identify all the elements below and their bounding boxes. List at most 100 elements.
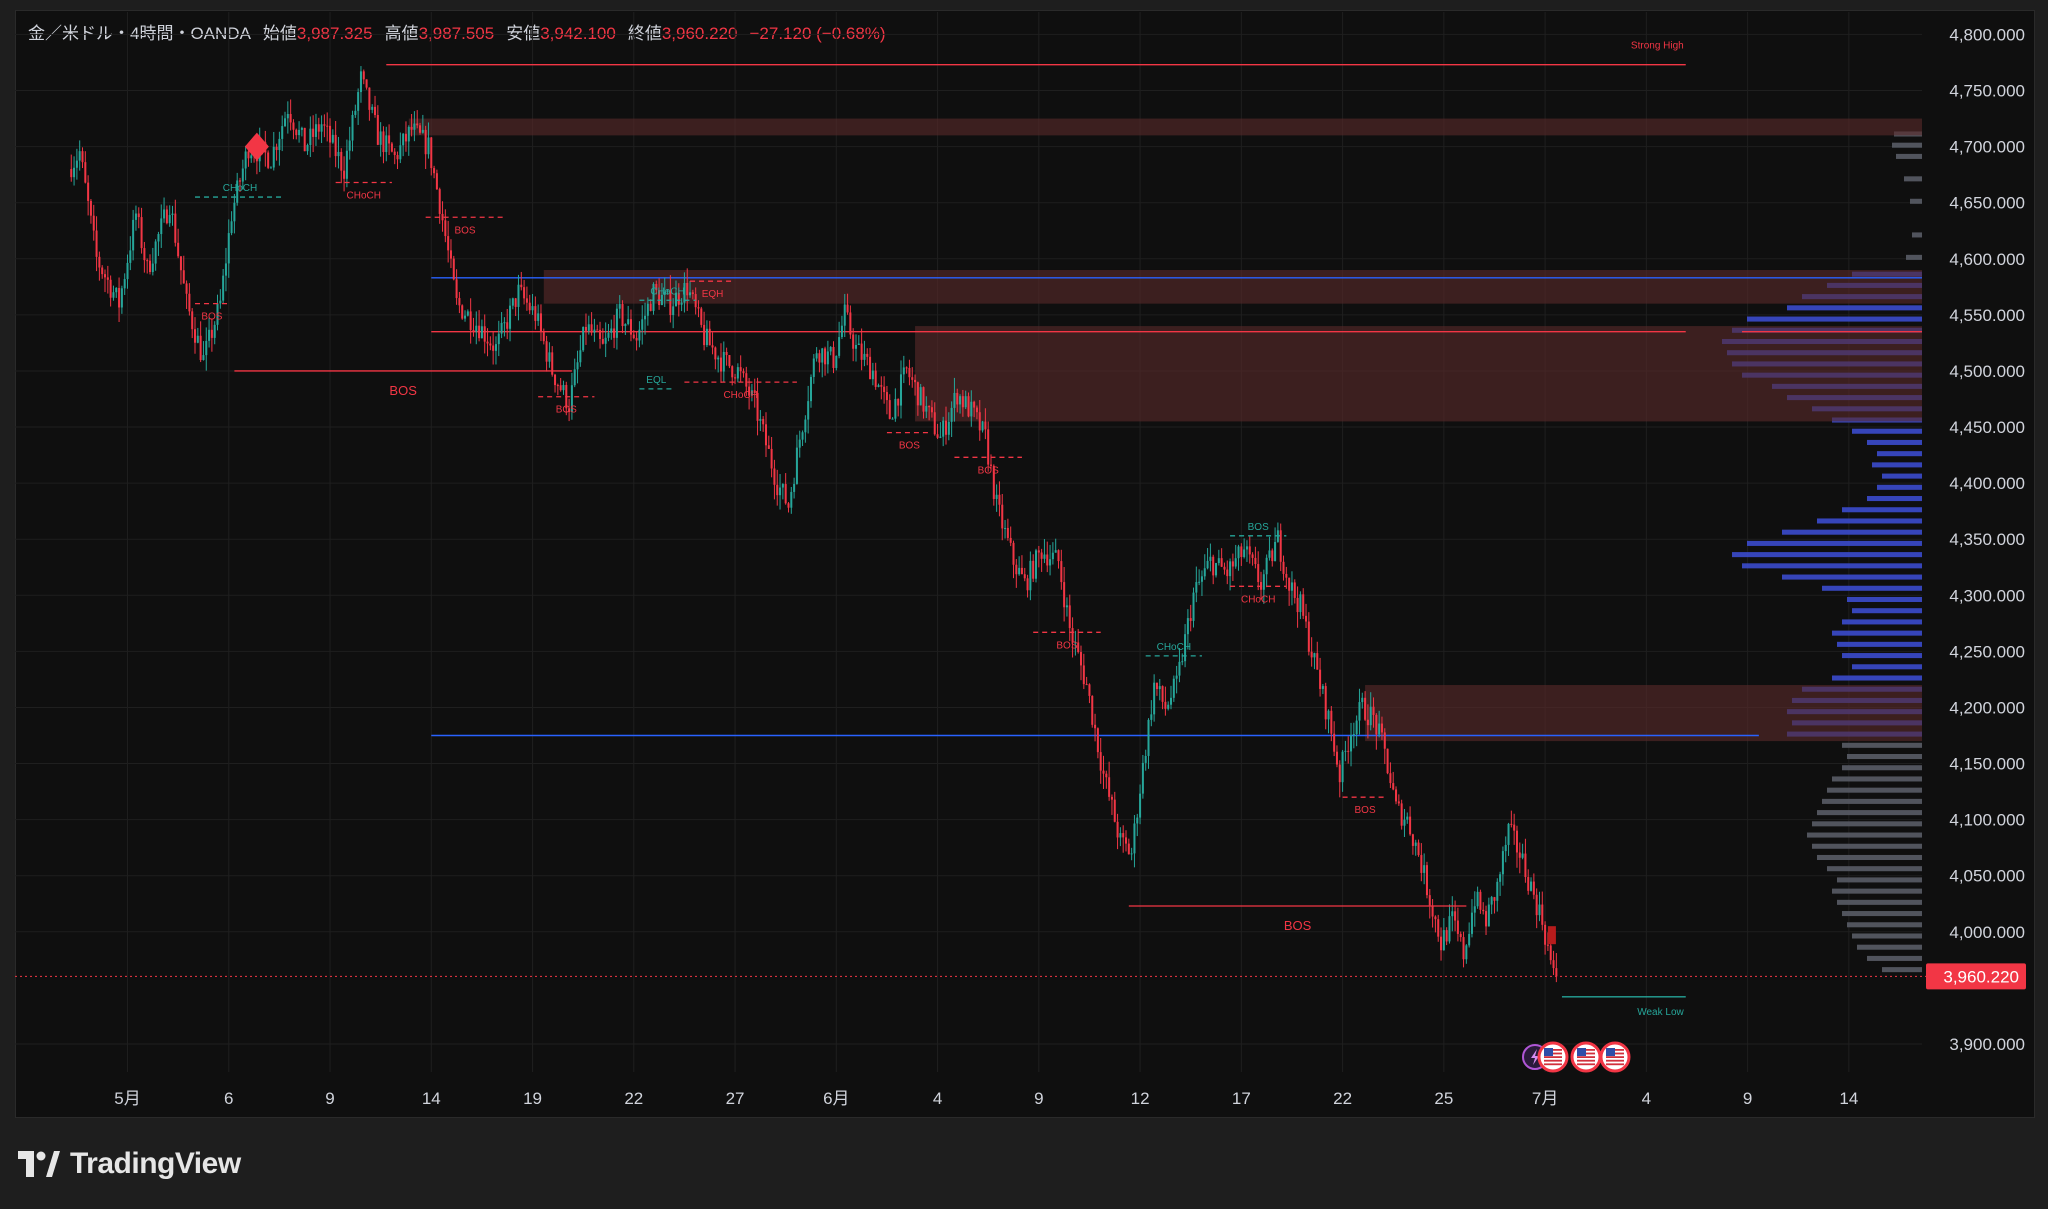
candle-body	[1085, 684, 1088, 686]
candle-body	[731, 366, 734, 378]
candle-body	[292, 122, 295, 130]
candle-body	[894, 398, 897, 419]
candle-body	[939, 436, 942, 438]
candle-body	[489, 343, 492, 346]
candle-marker	[1547, 926, 1556, 945]
candle-body	[1026, 578, 1029, 591]
candle-body	[1172, 678, 1175, 698]
candle-body	[1139, 793, 1142, 818]
candle-body	[1167, 704, 1170, 709]
candle-body	[1431, 905, 1434, 917]
candle-body	[773, 468, 776, 485]
candle-body	[109, 279, 112, 298]
candle-body	[1397, 801, 1400, 804]
volume-profile-bar	[1842, 742, 1922, 748]
candle-body	[1158, 686, 1161, 690]
candle-body	[801, 432, 804, 440]
tradingview-brand[interactable]: TradingView	[18, 1146, 241, 1182]
volume-profile-bar	[1872, 462, 1922, 468]
candle-body	[1060, 561, 1063, 583]
candle-body	[916, 382, 919, 406]
us-flag-icon[interactable]	[1599, 1041, 1631, 1073]
candle-body	[165, 209, 168, 224]
candle-body	[1456, 920, 1459, 934]
volume-profile-bar	[1842, 619, 1922, 625]
candle-body	[854, 344, 858, 349]
candle-body	[1510, 823, 1513, 825]
candle-body	[1037, 550, 1040, 553]
volume-profile-bar	[1812, 821, 1922, 827]
candle-body	[1341, 751, 1344, 783]
candle-body	[635, 338, 638, 341]
us-flag-icon[interactable]	[1570, 1041, 1602, 1073]
candle-body	[1350, 735, 1353, 752]
candle-body	[449, 250, 452, 259]
candle-body	[1195, 582, 1198, 593]
candle-body	[950, 407, 953, 422]
candle-body	[1518, 852, 1521, 858]
candle-body	[832, 346, 835, 368]
candle-body	[1245, 546, 1248, 550]
time-tick-label: 22	[624, 1089, 643, 1108]
volume-profile-bar	[1832, 888, 1922, 894]
candle-body	[1535, 894, 1538, 916]
candle-body	[137, 213, 140, 218]
candle-body	[624, 324, 627, 327]
candle-body	[191, 311, 194, 330]
price-tick-label: 4,400.000	[1949, 474, 2025, 493]
candle-body	[1380, 723, 1383, 733]
candle-body	[1181, 661, 1184, 663]
price-tick-label: 4,450.000	[1949, 418, 2025, 437]
candle-body	[919, 387, 922, 406]
event-icons[interactable]	[1522, 1041, 1631, 1073]
candle-body	[123, 279, 126, 289]
volume-profile-bar	[1812, 843, 1922, 849]
candle-body	[849, 312, 852, 335]
candle-body	[1479, 891, 1482, 910]
candle-body	[1515, 830, 1518, 853]
candle-body	[1198, 581, 1201, 583]
candle-body	[762, 418, 765, 425]
candle-body	[953, 392, 956, 408]
candle-body	[1133, 823, 1136, 854]
volume-profile-bar	[1807, 832, 1922, 838]
volume-profile-bar	[1787, 305, 1922, 311]
last-price-marker: 3,960.220	[1926, 963, 2026, 990]
candle-body	[1544, 924, 1547, 945]
candle-body	[1344, 750, 1347, 752]
candle-body	[98, 256, 101, 268]
time-tick-label: 9	[1034, 1089, 1043, 1108]
candle-body	[1122, 833, 1125, 838]
us-flag-icon[interactable]	[1537, 1041, 1569, 1073]
candle-body	[708, 328, 711, 346]
candle-body	[1437, 919, 1440, 937]
candle-body	[1428, 895, 1431, 906]
price-axis[interactable]: 4,800.000 4,750.000 4,700.000 4,650.000 4,60…	[1949, 25, 2025, 1054]
time-tick-label: 19	[523, 1089, 542, 1108]
candle-body	[705, 328, 708, 346]
price-chart-svg[interactable]: Strong High Weak Low CHoCH CHoCH BOS BOS BOS B…	[0, 0, 2048, 1209]
order-block-zone	[1365, 685, 1922, 742]
candle-body	[416, 123, 419, 126]
volume-profile-bar	[1852, 608, 1922, 614]
candle-body	[1127, 843, 1130, 855]
price-tick-label: 4,750.000	[1949, 82, 2025, 101]
time-axis[interactable]: 5月 6 9 14 19 22 27 6月 4 9 12 17 22 25 7月 4 9 14	[114, 1089, 1858, 1108]
candle-body	[1335, 751, 1338, 765]
candles	[70, 66, 1558, 983]
candle-body	[1406, 816, 1409, 820]
candle-body	[885, 392, 888, 401]
candle-body	[613, 328, 616, 338]
volume-profile-bar	[1817, 810, 1922, 816]
candle-body	[1054, 550, 1057, 553]
candle-body	[1496, 881, 1499, 901]
candle-body	[1425, 865, 1428, 896]
candle-body	[371, 106, 374, 110]
candle-body	[1040, 552, 1043, 559]
candle-body	[368, 87, 371, 110]
candle-body	[770, 448, 773, 469]
candle-body	[309, 128, 312, 145]
volume-profile-bar	[1782, 574, 1922, 580]
candle-body	[75, 160, 78, 168]
candle-body	[1009, 537, 1012, 543]
